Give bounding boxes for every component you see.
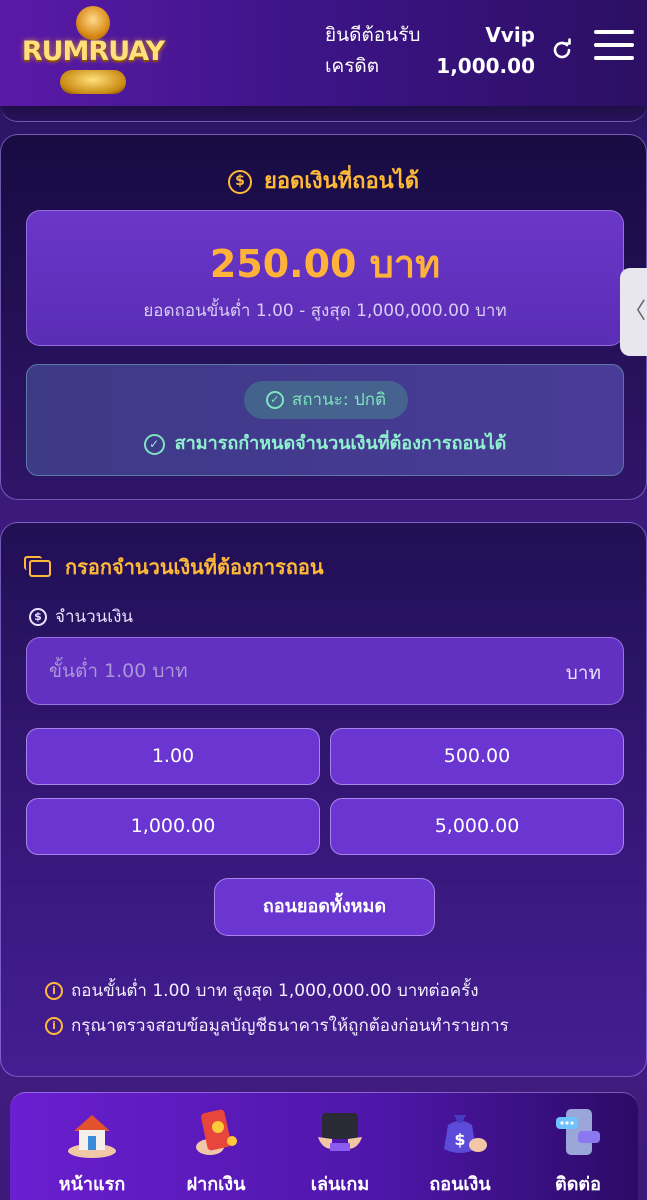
credit-amount: 1,000.00	[436, 54, 535, 78]
home-icon	[68, 1115, 116, 1158]
withdrawable-amount: 250.00 บาท	[209, 242, 441, 286]
status-message: ✓ สามารถกำหนดจำนวนเงินที่ต้องการถอนได้	[27, 428, 623, 457]
check-circle-icon: ✓	[265, 391, 284, 409]
svg-text:$: $	[454, 1130, 465, 1149]
welcome-text: ยินดีต้อนรับ	[325, 24, 421, 46]
quick-amount-button[interactable]: 1.00	[26, 728, 320, 785]
withdrawable-title: $ ยอดเงินที่ถอนได้	[1, 163, 646, 198]
welcome-block: ยินดีต้อนรับ เครดิต	[325, 20, 420, 82]
logo-coins-icon	[60, 70, 126, 94]
vip-level: Vvip	[485, 23, 535, 47]
nav-item-games[interactable]: เล่นเกม	[290, 1093, 390, 1200]
amount-input-wrapper: บาท	[26, 637, 624, 705]
dollar-coin-icon: $	[227, 170, 252, 194]
withdrawable-amount-box: 250.00 บาท ยอดถอนขั้นต่ำ 1.00 - สูงสุด 1…	[26, 210, 624, 346]
withdraw-icon: $	[444, 1115, 487, 1153]
withdraw-all-button[interactable]: ถอนยอดทั้งหมด	[214, 878, 435, 936]
info-icon: i	[45, 982, 63, 1000]
withdrawable-card: $ ยอดเงินที่ถอนได้ 250.00 บาท ยอดถอนขั้นต…	[0, 134, 647, 500]
side-drawer-toggle[interactable]: 〈	[620, 268, 647, 356]
amount-input[interactable]	[49, 638, 529, 704]
refresh-icon[interactable]	[550, 38, 574, 62]
nav-item-withdraw[interactable]: $ ถอนเงิน	[410, 1093, 510, 1200]
logo-mascot-icon	[76, 6, 110, 40]
nav-label: ถอนเงิน	[429, 1174, 491, 1195]
check-circle-icon: ✓	[143, 433, 165, 455]
wallet-icon	[24, 556, 51, 577]
deposit-icon	[196, 1109, 237, 1155]
info-note: i ถอนขั้นต่ำ 1.00 บาท สูงสุด 1,000,000.00…	[45, 977, 479, 1004]
bottom-navigation: หน้าแรก ฝากเงิน เล่นเกม $ ถอนเงิน ติดต่อ	[10, 1092, 638, 1200]
info-note: i กรุณาตรวจสอบข้อมูลบัญชีธนาคารให้ถูกต้อง…	[45, 1012, 509, 1039]
status-message-text: สามารถกำหนดจำนวนเงินที่ต้องการถอนได้	[174, 433, 507, 454]
credit-block: Vvip 1,000.00	[436, 20, 535, 82]
quick-amount-button[interactable]: 500.00	[330, 728, 624, 785]
nav-item-deposit[interactable]: ฝากเงิน	[166, 1093, 266, 1200]
amount-label-text: จำนวนเงิน	[55, 607, 134, 627]
logo-text: RUMRUAY	[21, 36, 165, 67]
nav-label: ฝากเงิน	[186, 1174, 246, 1195]
info-note-text: กรุณาตรวจสอบข้อมูลบัญชีธนาคารให้ถูกต้องก…	[71, 1016, 509, 1036]
withdraw-range: ยอดถอนขั้นต่ำ 1.00 - สูงสุด 1,000,000.00…	[143, 301, 507, 321]
withdrawable-title-text: ยอดเงินที่ถอนได้	[263, 169, 420, 194]
nav-label: เล่นเกม	[310, 1174, 370, 1195]
info-note-text: ถอนขั้นต่ำ 1.00 บาท สูงสุด 1,000,000.00 …	[71, 981, 479, 1001]
game-icon	[318, 1113, 362, 1151]
hamburger-menu-icon[interactable]	[594, 30, 634, 70]
credit-label: เครดิต	[325, 55, 380, 77]
contact-icon	[556, 1109, 600, 1155]
quick-amount-button[interactable]: 1,000.00	[26, 798, 320, 855]
form-title: กรอกจำนวนเงินที่ต้องการถอน	[24, 551, 324, 583]
status-box: ✓ สถานะ: ปกติ ✓ สามารถกำหนดจำนวนเงินที่ต้อ…	[26, 364, 624, 476]
withdraw-form-card: กรอกจำนวนเงินที่ต้องการถอน $ จำนวนเงิน บา…	[0, 522, 647, 1077]
nav-item-home[interactable]: หน้าแรก	[42, 1093, 142, 1200]
rumruay-logo[interactable]: RUMRUAY	[10, 6, 176, 98]
nav-label: ติดต่อ	[555, 1174, 601, 1195]
info-icon: i	[45, 1017, 63, 1035]
nav-item-contact[interactable]: ติดต่อ	[528, 1093, 628, 1200]
dollar-icon: $	[29, 608, 47, 626]
input-unit: บาท	[565, 662, 601, 684]
status-text: สถานะ: ปกติ	[291, 390, 387, 410]
quick-amount-button[interactable]: 5,000.00	[330, 798, 624, 855]
top-header: RUMRUAY ยินดีต้อนรับ เครดิต Vvip 1,000.0…	[0, 0, 647, 106]
amount-field-label: $ จำนวนเงิน	[29, 603, 133, 630]
nav-label: หน้าแรก	[58, 1174, 126, 1195]
status-badge: ✓ สถานะ: ปกติ	[244, 381, 408, 419]
form-title-text: กรอกจำนวนเงินที่ต้องการถอน	[65, 555, 324, 579]
